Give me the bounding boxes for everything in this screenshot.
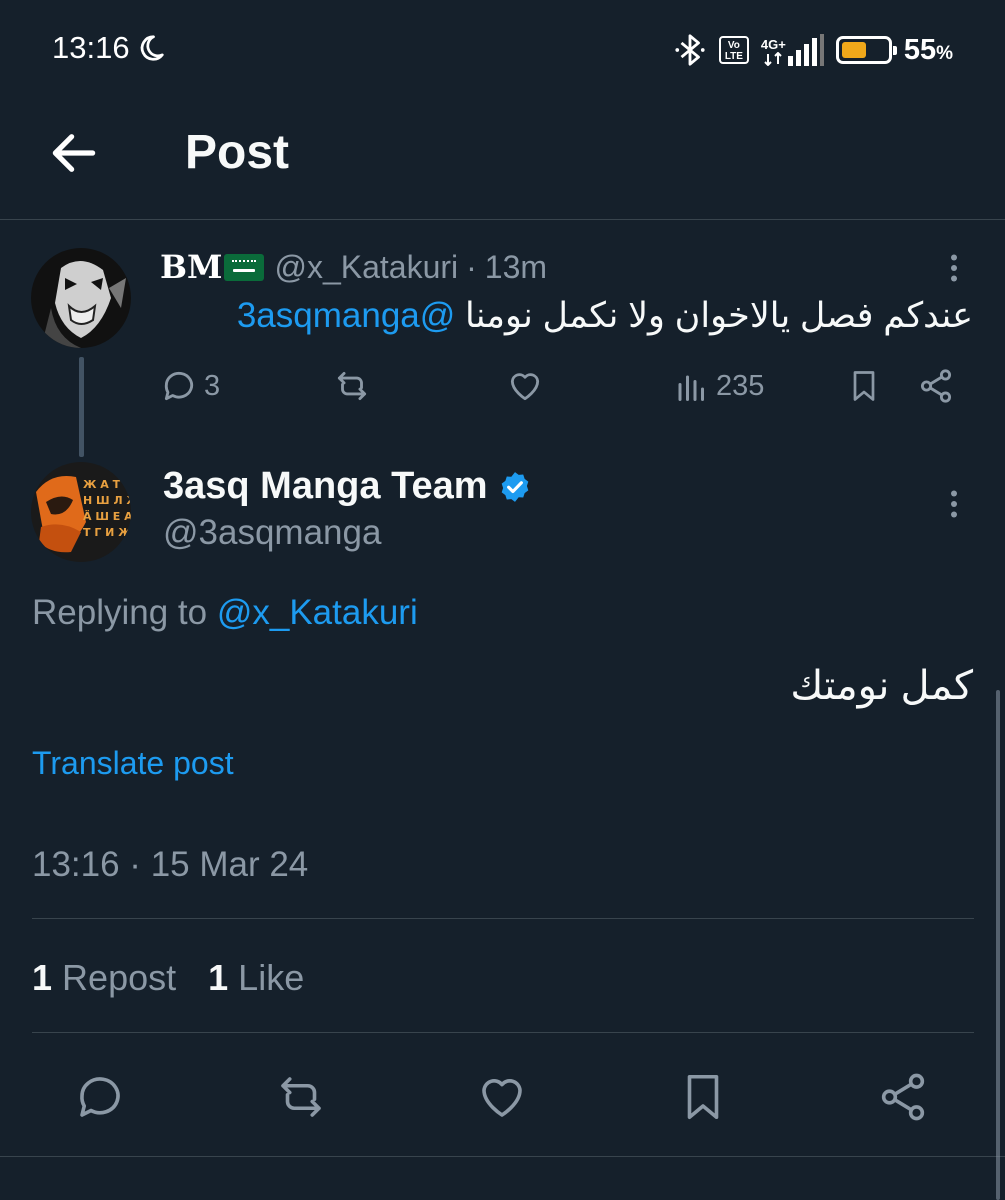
parent-display-name[interactable]: BM bbox=[160, 248, 222, 286]
like-label: Like bbox=[238, 957, 305, 998]
repost-label: Repost bbox=[62, 957, 177, 998]
network-type-label: 4G+ bbox=[760, 37, 786, 52]
replying-prefix: Replying to bbox=[32, 593, 208, 632]
repost-stat[interactable]: 1 Repost bbox=[32, 957, 176, 999]
bookmark-icon bbox=[687, 1074, 719, 1120]
parent-separator: · bbox=[466, 248, 477, 285]
back-button[interactable] bbox=[46, 125, 102, 181]
more-vertical-icon bbox=[951, 254, 957, 282]
heart-icon bbox=[482, 1079, 522, 1117]
views-chart-icon bbox=[678, 375, 704, 401]
stats-top-divider bbox=[32, 918, 974, 919]
like-stat[interactable]: 1 Like bbox=[208, 957, 304, 999]
verified-badge-icon bbox=[501, 471, 528, 502]
parent-share-button[interactable] bbox=[917, 367, 955, 405]
engagement-stats: 1 Repost 1 Like bbox=[32, 957, 304, 999]
reply-icon bbox=[164, 371, 194, 401]
main-author-row: 3asq Manga Team bbox=[163, 465, 532, 508]
main-repost-button[interactable] bbox=[272, 1070, 330, 1129]
parent-post-text: عندكم فصل يالاخوان ولا نكمل نومنا @3asqm… bbox=[237, 296, 973, 336]
parent-like-button[interactable] bbox=[506, 367, 544, 405]
volte-icon: Vo LTE bbox=[718, 36, 749, 64]
parent-view-count: 235 bbox=[716, 369, 765, 402]
parent-reply-button[interactable]: 3 bbox=[160, 367, 220, 405]
bluetooth-icon bbox=[675, 34, 705, 66]
replying-handle-link[interactable]: @x_Katakuri bbox=[217, 593, 418, 632]
share-icon bbox=[881, 1073, 925, 1121]
main-more-button[interactable] bbox=[936, 486, 972, 522]
thread-line bbox=[79, 357, 84, 457]
battery-icon bbox=[835, 36, 897, 64]
parent-avatar[interactable] bbox=[31, 248, 131, 348]
signal-icon: 4G+ bbox=[761, 34, 824, 66]
parent-repost-button[interactable] bbox=[332, 367, 372, 405]
svg-text:Ä Ш Е А: Ä Ш Е А bbox=[83, 509, 131, 523]
main-avatar[interactable]: Ж А Т Е Н Ш Л Ж Ä Ш Е А Т Г И Ж bbox=[31, 462, 131, 562]
stats-bottom-divider bbox=[32, 1032, 974, 1033]
repost-count: 1 bbox=[32, 957, 53, 998]
saudi-flag-icon bbox=[224, 253, 265, 281]
svg-text:Ж А Т Е: Ж А Т Е bbox=[83, 478, 131, 491]
volte-label: Vo LTE bbox=[724, 40, 743, 62]
parent-handle[interactable]: @x_Katakuri bbox=[274, 249, 458, 286]
status-bar-indicators: Vo LTE 4G+ 55% bbox=[673, 30, 953, 70]
like-count: 1 bbox=[208, 957, 229, 998]
post-timestamp[interactable]: 13:16 · 15 Mar 24 bbox=[32, 845, 308, 885]
more-vertical-icon bbox=[951, 490, 957, 518]
parent-bookmark-button[interactable] bbox=[846, 367, 882, 405]
main-like-button[interactable] bbox=[475, 1070, 529, 1129]
reply-icon bbox=[80, 1077, 120, 1117]
status-time-text: 13:16 bbox=[52, 30, 130, 65]
battery-percent-sign: % bbox=[936, 42, 953, 64]
page-title: Post bbox=[185, 126, 290, 179]
heart-icon bbox=[510, 373, 540, 401]
repost-icon bbox=[337, 371, 367, 401]
parent-reply-count: 3 bbox=[204, 369, 221, 402]
main-post-text: كمل نومتك bbox=[790, 664, 973, 708]
main-bookmark-button[interactable] bbox=[676, 1070, 730, 1129]
battery-percent: 55% bbox=[904, 34, 953, 67]
avatar-image bbox=[31, 248, 131, 348]
parent-more-button[interactable] bbox=[936, 250, 972, 286]
replying-to-line: Replying to @x_Katakuri bbox=[32, 593, 418, 633]
parent-views-button[interactable]: 235 bbox=[674, 367, 764, 405]
parent-mention-link[interactable]: @3asqmanga bbox=[237, 296, 455, 335]
repost-icon bbox=[281, 1077, 321, 1117]
back-arrow-icon bbox=[52, 134, 96, 172]
parent-time: 13m bbox=[484, 248, 548, 285]
parent-text-body: عندكم فصل يالاخوان ولا نكمل نومنا bbox=[465, 296, 973, 335]
main-share-button[interactable] bbox=[876, 1070, 930, 1129]
header-divider bbox=[0, 219, 1005, 220]
svg-text:Т Г И Ж: Т Г И Ж bbox=[83, 526, 131, 539]
status-bar-time: 13:16 bbox=[52, 30, 166, 66]
moon-icon bbox=[140, 35, 164, 61]
actions-bottom-divider bbox=[0, 1156, 1005, 1157]
battery-percent-value: 55 bbox=[903, 33, 937, 66]
main-display-name[interactable]: 3asq Manga Team bbox=[163, 465, 488, 508]
bookmark-icon bbox=[853, 371, 875, 401]
main-reply-button[interactable] bbox=[73, 1070, 127, 1129]
scrollbar[interactable] bbox=[996, 690, 1000, 1200]
share-icon bbox=[920, 369, 952, 403]
translate-post-link[interactable]: Translate post bbox=[32, 745, 234, 782]
parent-author-row: BM @x_Katakuri · 13m bbox=[160, 248, 547, 286]
svg-text:Н Ш Л Ж: Н Ш Л Ж bbox=[83, 494, 131, 507]
avatar-image: Ж А Т Е Н Ш Л Ж Ä Ш Е А Т Г И Ж bbox=[31, 462, 131, 562]
main-handle[interactable]: @3asqmanga bbox=[163, 513, 381, 553]
